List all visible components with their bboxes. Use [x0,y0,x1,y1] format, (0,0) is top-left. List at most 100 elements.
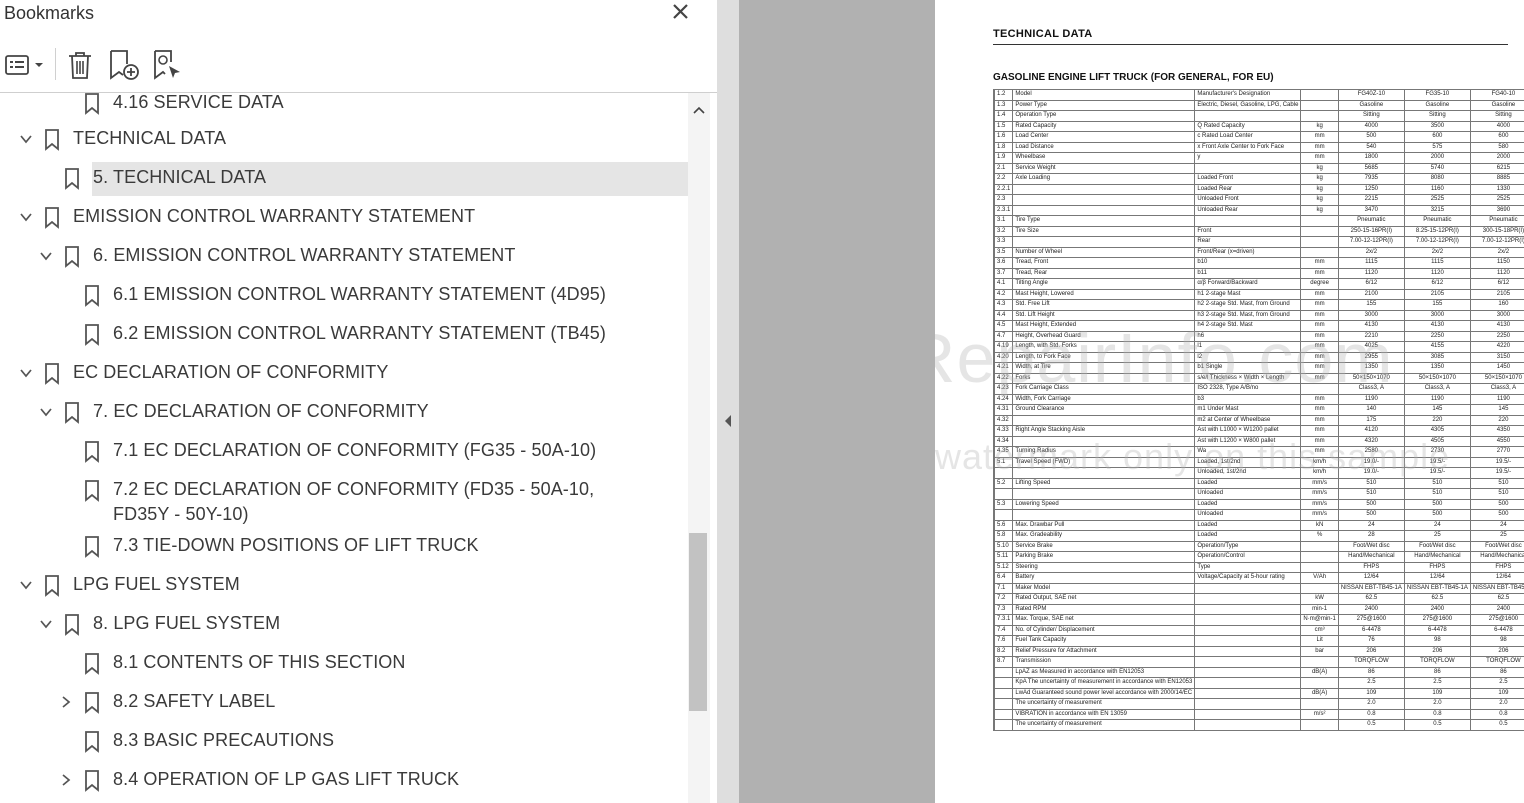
scrollbar-thumb[interactable] [689,533,707,711]
close-panel-button[interactable] [668,0,694,24]
bookmark-label: 7.2 EC DECLARATION OF CONFORMITY (FD35 -… [113,479,595,524]
bookmark-label: 7. EC DECLARATION OF CONFORMITY [93,401,429,421]
spec-cell: 1190 [1403,393,1471,405]
spec-cell: 28 [1337,530,1405,542]
spec-cell: 2x/2 [1469,246,1524,258]
bookmark-add-icon [110,50,139,80]
bookmark-icon [65,402,79,424]
spec-cell: 575 [1403,141,1471,153]
find-bookmark-button[interactable] [150,48,184,82]
spec-cell: 50×150×1070 [1469,372,1524,384]
spec-cell: Std. Free Lift [1012,299,1196,311]
spec-cell: Load Distance [1012,141,1196,153]
spec-cell: kN [1300,519,1339,531]
spec-group-label: Dimensions [993,278,995,458]
document-title: TECHNICAL DATA [993,28,1093,40]
spec-cell [1300,110,1339,122]
collapse-toggle[interactable] [17,208,35,226]
bookmark-row[interactable]: 8. LPG FUEL SYSTEM [0,606,688,642]
spec-cell: 4.24 [993,393,1014,405]
spec-cell: Tire Type [1012,215,1196,227]
spec-cell: 4505 [1403,435,1471,447]
spec-cell: 4350 [1469,425,1524,437]
spec-cell: Max. Torque, SAE net [1012,614,1196,626]
scroll-up-button[interactable] [688,101,710,119]
spec-cell: 3000 [1469,309,1524,321]
bookmark-row[interactable]: 4.16 SERVICE DATA [0,93,688,121]
chevron-up-icon [693,106,705,114]
spec-cell: 8.7 [993,656,1014,668]
spec-cell [993,687,1014,699]
spec-cell: 1115 [1337,257,1405,269]
collapse-toggle[interactable] [37,403,55,421]
spec-cell: 3150 [1469,351,1524,363]
spec-cell: mm [1300,341,1339,353]
spec-cell: 2000 [1469,152,1524,164]
spec-cell: Tire Size [1012,225,1196,237]
spec-cell: Foot/Wet disc [1403,540,1471,552]
bookmark-row[interactable]: EC DECLARATION OF CONFORMITY [0,355,688,391]
spec-row: 4.32 m2 at Center of Wheelbase mm 175 220 220 [993,414,1524,426]
collapse-toggle[interactable] [37,615,55,633]
spec-row: 4.20 Length, to Fork Face l2 mm 2955 3085 3150 [993,351,1524,363]
spec-cell: 4.23 [993,383,1014,395]
bookmark-label: 7.1 EC DECLARATION OF CONFORMITY (FG35 -… [113,440,597,460]
bookmark-row[interactable]: LPG FUEL SYSTEM [0,567,688,603]
collapse-panel-button[interactable] [723,414,733,433]
spec-row: Characteristics 1.2ModelManufacturer's De… [993,89,1524,164]
collapse-toggle[interactable] [37,247,55,265]
expand-toggle[interactable] [57,693,75,711]
bookmark-row[interactable]: EMISSION CONTROL WARRANTY STATEMENT [0,199,688,235]
spec-row: 4.35 Turning Radius Wa mm 2580 2730 2770 [993,446,1524,458]
spec-cell: 1250 [1337,183,1405,195]
bookmark-row[interactable]: 8.2 SAFETY LABEL [0,684,688,720]
collapse-toggle[interactable] [17,576,35,594]
spec-cell: 62.5 [1469,593,1524,605]
expand-toggle[interactable] [57,771,75,789]
bookmark-row[interactable]: 6.2 EMISSION CONTROL WARRANTY STATEMENT … [0,316,688,352]
bookmark-row[interactable]: 7.3 TIE-DOWN POSITIONS OF LIFT TRUCK [0,528,688,564]
bookmark-row[interactable]: 6.1 EMISSION CONTROL WARRANTY STATEMENT … [0,277,688,313]
new-bookmark-button[interactable] [106,48,142,82]
bookmark-row[interactable]: 8.3 BASIC PRECAUTIONS [0,723,688,759]
options-menu-button[interactable] [4,48,48,82]
spec-cell: 3500 [1403,120,1471,132]
spec-cell: 86 [1403,666,1471,678]
spec-cell [1300,561,1339,573]
spec-cell: 155 [1403,299,1471,311]
bookmark-row[interactable]: TECHNICAL DATA [0,121,688,157]
spec-cell [1194,624,1302,636]
panel-splitter[interactable] [717,0,739,803]
spec-cell: 2.5 [1469,677,1524,689]
spec-cell: Fuel Tank Capacity [1012,635,1196,647]
spec-cell: Parking Brake [1012,551,1196,563]
bookmark-label: 4.16 SERVICE DATA [113,93,284,112]
spec-cell: Hand/Mechanical [1469,551,1524,563]
spec-cell [993,708,1014,720]
collapse-toggle[interactable] [17,364,35,382]
spec-cell: Type [1194,561,1302,573]
chevron-left-icon [725,415,731,427]
spec-cell: 160 [1469,299,1524,311]
spec-cell: 1120 [1403,267,1471,279]
bookmark-row[interactable]: 5. TECHNICAL DATA [0,160,688,196]
bookmark-row[interactable]: 7.2 EC DECLARATION OF CONFORMITY (FD35 -… [0,472,688,528]
spec-cell: mm [1300,446,1339,458]
bookmark-row[interactable]: 6. EMISSION CONTROL WARRANTY STATEMENT [0,238,688,274]
spec-cell: NISSAN EBT-TB45-1A [1337,582,1405,594]
spec-cell: 3.6 [993,257,1014,269]
bookmark-row[interactable]: 8.1 CONTENTS OF THIS SECTION [0,645,688,681]
spec-cell: 6/12 [1337,278,1405,290]
bookmark-icon [85,692,99,714]
bookmark-row[interactable]: 8.4 OPERATION OF LP GAS LIFT TRUCK [0,762,688,798]
spec-cell: 1.6 [993,131,1014,143]
spec-cell [993,509,1014,521]
collapse-toggle[interactable] [17,130,35,148]
delete-bookmark-button[interactable] [64,48,96,82]
spec-cell: 155 [1337,299,1405,311]
bookmark-row[interactable]: 7. EC DECLARATION OF CONFORMITY [0,394,688,430]
spec-cell: 86 [1469,666,1524,678]
spec-cell: 140 [1337,404,1405,416]
vertical-scrollbar[interactable] [688,93,710,803]
bookmark-row[interactable]: 7.1 EC DECLARATION OF CONFORMITY (FG35 -… [0,433,688,469]
